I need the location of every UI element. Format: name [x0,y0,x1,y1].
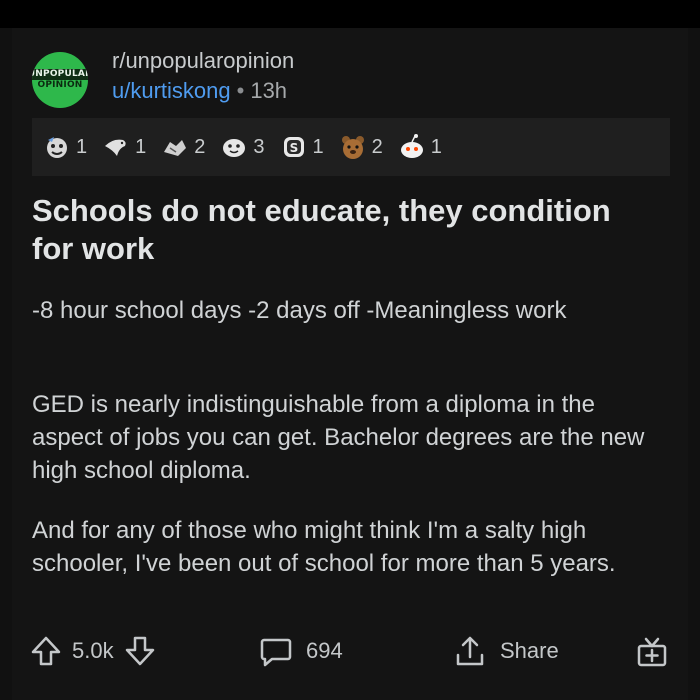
post-header: UNPOPULAR OPINION r/unpopularopinion u/k… [32,44,672,108]
post-body-paragraph: -8 hour school days -2 days off -Meaning… [32,297,567,324]
award-count: 2 [194,135,206,158]
snoo-award-icon [400,134,423,158]
award-count: 1 [430,135,442,158]
comment-bubble-icon [260,638,292,667]
give-award-button[interactable] [634,628,670,674]
share-icon [456,636,484,666]
post-card[interactable]: UNPOPULAR OPINION r/unpopularopinion u/k… [12,28,688,700]
comment-count: 694 [306,638,343,663]
award-item[interactable]: 2 [338,132,383,162]
award-count: 1 [76,135,88,158]
award-item[interactable]: 2 [160,132,205,162]
handshake-award-icon [164,140,187,156]
vote-score: 5.0k [72,638,114,663]
award-item[interactable]: 3 [219,132,265,162]
dove-award-icon [105,139,126,156]
post-body-paragraph: GED is nearly indistinguishable from a d… [32,391,645,484]
action-bar: 5.0k 694 Share [28,628,688,674]
award-item[interactable]: S 1 [279,132,324,162]
subreddit-name[interactable]: r/unpopularopinion [112,48,294,74]
face-award-icon [47,137,67,158]
subreddit-avatar[interactable]: UNPOPULAR OPINION [32,52,88,108]
meta-separator: • [236,78,245,103]
post-meta: u/kurtiskong • 13h [112,78,287,104]
awards-bar[interactable]: 1 1 2 3 S 1 2 1 [32,118,670,176]
gift-icon [637,637,667,667]
award-count: 3 [253,135,265,158]
comments-button[interactable]: 694 [258,628,343,674]
share-label: Share [500,638,559,663]
vote-controls: 5.0k [28,628,158,674]
award-item[interactable]: 1 [42,132,87,162]
author-link[interactable]: u/kurtiskong [112,78,231,103]
avatar-text-bottom: OPINION [37,80,83,90]
avatar-text-top: UNPOPULAR [32,69,88,80]
award-count: 2 [371,135,383,158]
post-age: 13h [250,78,288,103]
award-count: 1 [135,135,147,158]
bear-award-icon [341,136,364,159]
award-item[interactable]: 1 [101,132,146,162]
downvote-arrow-icon[interactable] [122,633,158,669]
award-count: 1 [312,135,324,158]
status-bar [0,0,700,28]
post-title[interactable]: Schools do not educate, they condition f… [32,192,652,268]
silver-coin-award-icon: S [283,137,304,157]
share-button[interactable]: Share [452,628,559,674]
svg-text:S: S [289,141,298,155]
blob-face-award-icon [223,139,246,157]
award-item[interactable]: 1 [397,132,442,162]
post-body-paragraph: And for any of those who might think I'm… [32,517,616,577]
upvote-arrow-icon[interactable] [28,633,64,669]
